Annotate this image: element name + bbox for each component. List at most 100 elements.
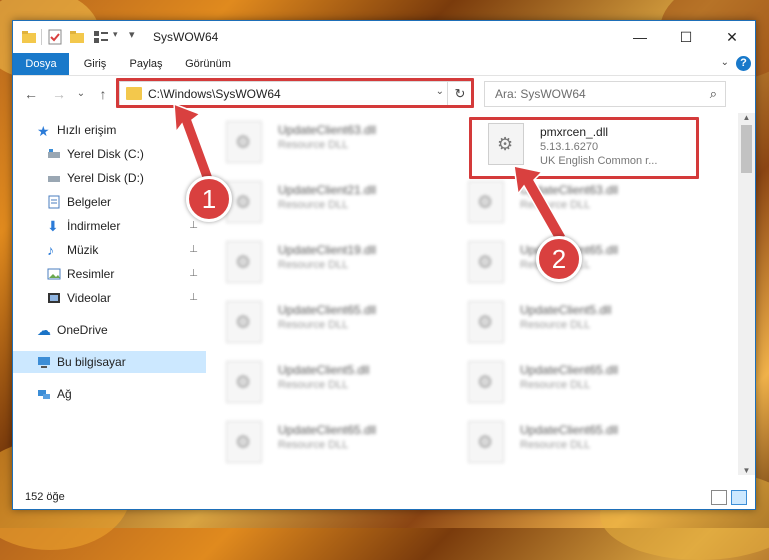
- drive-icon: [48, 149, 60, 158]
- sidebar-item-label: Hızlı erişim: [57, 123, 117, 137]
- help-icon[interactable]: ?: [736, 56, 751, 71]
- scroll-up-icon[interactable]: ▲: [738, 113, 755, 122]
- list-item[interactable]: UpdateClient63.dll Resource DLL: [208, 117, 428, 165]
- list-item[interactable]: UpdateClient65.dll Resource DLL: [208, 417, 428, 465]
- properties-icon[interactable]: [47, 29, 63, 45]
- sidebar-item-this-pc[interactable]: Bu bilgisayar: [13, 351, 206, 373]
- sidebar-item-label: Resimler: [67, 267, 115, 281]
- dll-file-icon: [468, 241, 504, 283]
- file-type: Resource DLL: [520, 379, 591, 391]
- pictures-icon: [47, 268, 61, 280]
- sidebar-item-network[interactable]: Ağ: [13, 383, 206, 405]
- view-options-icon[interactable]: [93, 29, 109, 45]
- annotation-badge-2: 2: [536, 236, 582, 282]
- file-highlight-box: [469, 117, 699, 179]
- file-type: Resource DLL: [278, 259, 349, 271]
- recent-locations-button[interactable]: ⌄: [71, 84, 91, 104]
- sidebar-item-label: Bu bilgisayar: [57, 355, 126, 369]
- large-icons-view-icon[interactable]: [731, 490, 747, 505]
- list-item[interactable]: UpdateClient65.dll Resource DLL: [208, 297, 428, 345]
- sidebar-item-downloads[interactable]: ⬇ İndirmeler ⊥: [13, 215, 206, 237]
- annotation-badge-1: 1: [186, 176, 232, 222]
- back-button[interactable]: ←: [21, 84, 41, 104]
- file-name: UpdateClient65.dll: [278, 423, 377, 437]
- tab-gorunum[interactable]: Görünüm: [177, 53, 239, 75]
- expand-ribbon-icon[interactable]: ⌄: [721, 57, 729, 68]
- list-item[interactable]: UpdateClient65.dll Resource DLL: [450, 357, 670, 405]
- search-icon: ⌕: [709, 86, 717, 101]
- star-icon: ★: [37, 123, 50, 139]
- dll-file-icon: [468, 361, 504, 403]
- file-name: UpdateClient65.dll: [520, 423, 619, 437]
- list-item[interactable]: UpdateClient5.dll Resource DLL: [208, 357, 428, 405]
- search-box[interactable]: Ara: SysWOW64 ⌕: [484, 81, 726, 107]
- navigation-bar: ← → ⌄ ↑ C:\Windows\SysWOW64 ⌄ ↻ Ara: Sys…: [13, 76, 755, 112]
- list-item[interactable]: UpdateClient19.dll Resource DLL: [208, 237, 428, 285]
- sidebar-item-onedrive[interactable]: ☁ OneDrive: [13, 319, 206, 341]
- item-count: 152 öğe: [25, 491, 65, 503]
- search-placeholder: Ara: SysWOW64: [495, 87, 586, 101]
- list-item[interactable]: UpdateClient21.dll Resource DLL: [208, 177, 428, 225]
- dll-file-icon: [468, 421, 504, 463]
- file-name: UpdateClient5.dll: [520, 303, 612, 317]
- video-icon: [48, 293, 60, 303]
- dll-file-icon: [226, 301, 262, 343]
- ribbon-tabs: Dosya Giriş Paylaş Görünüm ⌄ ?: [13, 53, 755, 76]
- file-type: Resource DLL: [278, 199, 349, 211]
- drive-icon: [48, 176, 60, 182]
- sidebar-item-label: Belgeler: [67, 195, 112, 209]
- sidebar-item-label: Müzik: [67, 243, 99, 257]
- window-title: SysWOW64: [153, 30, 219, 44]
- file-name: UpdateClient63.dll: [278, 123, 377, 137]
- pin-icon[interactable]: ⊥: [189, 239, 198, 261]
- minimize-button[interactable]: —: [617, 21, 663, 53]
- sidebar-item-label: Ağ: [57, 387, 72, 401]
- status-bar: 152 öğe: [13, 485, 755, 509]
- cloud-icon: ☁: [37, 322, 51, 338]
- pin-icon[interactable]: ⊥: [189, 287, 198, 309]
- dll-file-icon: [226, 241, 262, 283]
- file-type: Resource DLL: [278, 319, 349, 331]
- vertical-scrollbar[interactable]: ▲ ▼: [738, 113, 755, 475]
- document-icon: [48, 195, 60, 209]
- file-type: Resource DLL: [278, 439, 349, 451]
- maximize-button[interactable]: ☐: [663, 21, 709, 53]
- file-name: UpdateClient65.dll: [520, 363, 619, 377]
- pin-icon[interactable]: ⊥: [189, 263, 198, 285]
- tab-dosya[interactable]: Dosya: [13, 53, 69, 75]
- tab-paylas[interactable]: Paylaş: [121, 53, 171, 75]
- file-type: Resource DLL: [520, 439, 591, 451]
- file-name: UpdateClient5.dll: [278, 363, 370, 377]
- sidebar-item-pictures[interactable]: Resimler ⊥: [13, 263, 206, 285]
- details-view-icon[interactable]: [711, 490, 727, 505]
- qa-dropdown-icon[interactable]: ▾: [113, 29, 118, 40]
- download-icon: ⬇: [47, 218, 59, 234]
- file-name: UpdateClient65.dll: [278, 303, 377, 317]
- list-item[interactable]: UpdateClient65.dll Resource DLL: [450, 417, 670, 465]
- title-bar: ▾ ▾ SysWOW64 — ☐ ✕: [13, 21, 755, 53]
- forward-button[interactable]: →: [49, 84, 69, 104]
- dll-file-icon: [226, 361, 262, 403]
- new-folder-icon[interactable]: [69, 29, 85, 45]
- scroll-down-icon[interactable]: ▼: [738, 466, 755, 475]
- sidebar-item-label: İndirmeler: [67, 219, 121, 233]
- close-button[interactable]: ✕: [709, 21, 755, 53]
- file-type: Resource DLL: [278, 139, 349, 151]
- music-icon: ♪: [47, 242, 54, 258]
- dll-file-icon: [226, 121, 262, 163]
- sidebar-item-label: OneDrive: [57, 323, 108, 337]
- folder-icon: [22, 31, 36, 43]
- sidebar-item-music[interactable]: ♪ Müzik ⊥: [13, 239, 206, 261]
- dll-file-icon: [226, 421, 262, 463]
- sidebar-item-videos[interactable]: Videolar ⊥: [13, 287, 206, 309]
- dll-file-icon: [468, 181, 504, 223]
- sidebar-item-label: Yerel Disk (D:): [67, 171, 144, 185]
- scrollbar-thumb[interactable]: [741, 125, 752, 173]
- tab-giris[interactable]: Giriş: [73, 53, 117, 75]
- network-icon: [38, 390, 50, 399]
- computer-icon: [38, 357, 50, 368]
- up-button[interactable]: ↑: [93, 84, 113, 104]
- list-item[interactable]: UpdateClient5.dll Resource DLL: [450, 297, 670, 345]
- customize-qa-icon[interactable]: ▾: [129, 28, 135, 41]
- dll-file-icon: [468, 301, 504, 343]
